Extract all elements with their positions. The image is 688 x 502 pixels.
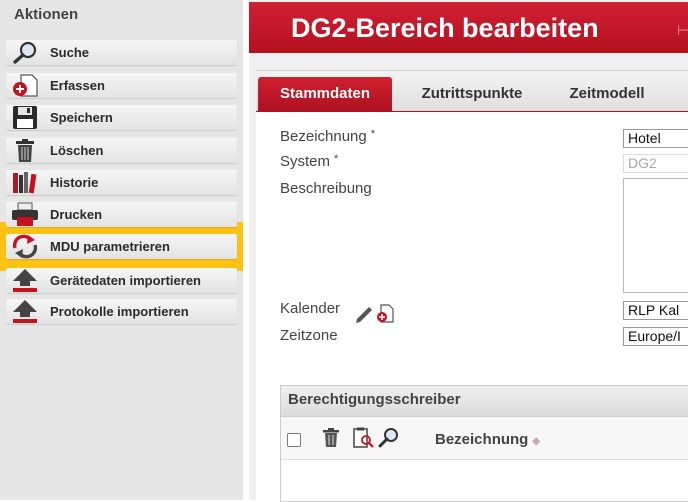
add-document-icon bbox=[10, 73, 40, 98]
stammdaten-form: Bezeichnung * Hotel System * DG2 Beschreib… bbox=[256, 112, 688, 502]
sidebar-item-label: Protokolle importieren bbox=[50, 304, 189, 319]
title-bar-edge-icon: ⊢ bbox=[677, 22, 688, 38]
panel-toolbar: Bezeichnung ◆ bbox=[281, 417, 688, 460]
search-icon[interactable] bbox=[377, 426, 401, 450]
tab-stammdaten[interactable]: Stammdaten bbox=[258, 77, 392, 112]
required-marker: * bbox=[334, 153, 339, 165]
zeitzone-select[interactable]: Europe/I bbox=[623, 327, 688, 346]
save-icon bbox=[10, 105, 40, 130]
sidebar-item-geraetedaten-importieren[interactable]: Gerätedaten importieren bbox=[6, 268, 237, 293]
sidebar-item-mdu-parametrieren[interactable]: MDU parametrieren bbox=[6, 234, 237, 259]
panel-title: Berechtigungsschreiber bbox=[288, 391, 461, 408]
beschreibung-textarea[interactable] bbox=[623, 178, 688, 293]
panel-header: Berechtigungsschreiber bbox=[281, 386, 688, 417]
kalender-select[interactable]: RLP Kal bbox=[623, 301, 688, 320]
history-books-icon bbox=[10, 170, 40, 195]
trash-icon[interactable] bbox=[319, 426, 343, 450]
kalender-label: Kalender bbox=[280, 300, 341, 317]
required-marker: * bbox=[370, 128, 376, 140]
sidebar-item-suche[interactable]: Suche bbox=[6, 40, 237, 65]
berechtigungsschreiber-panel: Berechtigungsschreiber Bezeichnung ◆ bbox=[280, 385, 688, 502]
sidebar-item-historie[interactable]: Historie bbox=[6, 170, 237, 195]
bezeichnung-column-header[interactable]: Bezeichnung ◆ bbox=[435, 431, 540, 448]
sidebar-item-label: Drucken bbox=[50, 207, 103, 222]
sidebar-item-drucken[interactable]: Drucken bbox=[6, 202, 237, 227]
trash-icon bbox=[10, 138, 40, 163]
sidebar-item-label: Erfassen bbox=[50, 78, 105, 93]
select-all-checkbox[interactable] bbox=[287, 433, 301, 447]
sidebar-item-label: Suche bbox=[50, 45, 90, 60]
actions-sidebar: Aktionen Suche Erfassen Speichern Lösche… bbox=[0, 0, 243, 500]
page-title: DG2-Bereich bearbeiten bbox=[291, 13, 599, 43]
add-document-icon[interactable] bbox=[377, 304, 394, 323]
tab-bar: Stammdaten Zutrittspunkte Zeitmodell bbox=[256, 70, 688, 113]
upload-arrow-icon bbox=[10, 299, 40, 324]
tab-zeitmodell[interactable]: Zeitmodell bbox=[552, 77, 662, 112]
refresh-arrows-icon bbox=[10, 234, 40, 259]
sidebar-item-label: Historie bbox=[50, 175, 99, 190]
sidebar-item-speichern[interactable]: Speichern bbox=[6, 105, 237, 130]
main-content: DG2-Bereich bearbeiten ⊢ Stammdaten Zutr… bbox=[249, 0, 688, 502]
system-input: DG2 bbox=[623, 154, 688, 173]
title-bar: DG2-Bereich bearbeiten ⊢ bbox=[249, 2, 688, 53]
sidebar-item-loeschen[interactable]: Löschen bbox=[6, 138, 237, 163]
kalender-actions bbox=[354, 301, 398, 323]
tab-zutrittspunkte[interactable]: Zutrittspunkte bbox=[402, 77, 542, 112]
sidebar-item-erfassen[interactable]: Erfassen bbox=[6, 73, 237, 98]
clipboard-search-icon[interactable] bbox=[351, 426, 375, 450]
printer-icon bbox=[10, 202, 40, 227]
upload-arrow-icon bbox=[10, 268, 40, 293]
sidebar-heading: Aktionen bbox=[14, 6, 79, 23]
sort-icon[interactable]: ◆ bbox=[532, 436, 540, 447]
system-label: System * bbox=[280, 153, 339, 170]
sidebar-item-protokolle-importieren[interactable]: Protokolle importieren bbox=[6, 299, 237, 324]
bezeichnung-input[interactable]: Hotel bbox=[623, 129, 688, 148]
sidebar-item-label: Löschen bbox=[50, 143, 104, 158]
sidebar-item-label: Speichern bbox=[50, 110, 113, 125]
pencil-icon[interactable] bbox=[356, 307, 372, 323]
zeitzone-label: Zeitzone bbox=[280, 327, 338, 344]
bezeichnung-label: Bezeichnung * bbox=[280, 128, 376, 145]
beschreibung-label: Beschreibung bbox=[280, 180, 372, 197]
sidebar-item-label: Gerätedaten importieren bbox=[50, 273, 201, 288]
search-icon bbox=[10, 40, 40, 65]
sidebar-item-label: MDU parametrieren bbox=[50, 239, 170, 254]
